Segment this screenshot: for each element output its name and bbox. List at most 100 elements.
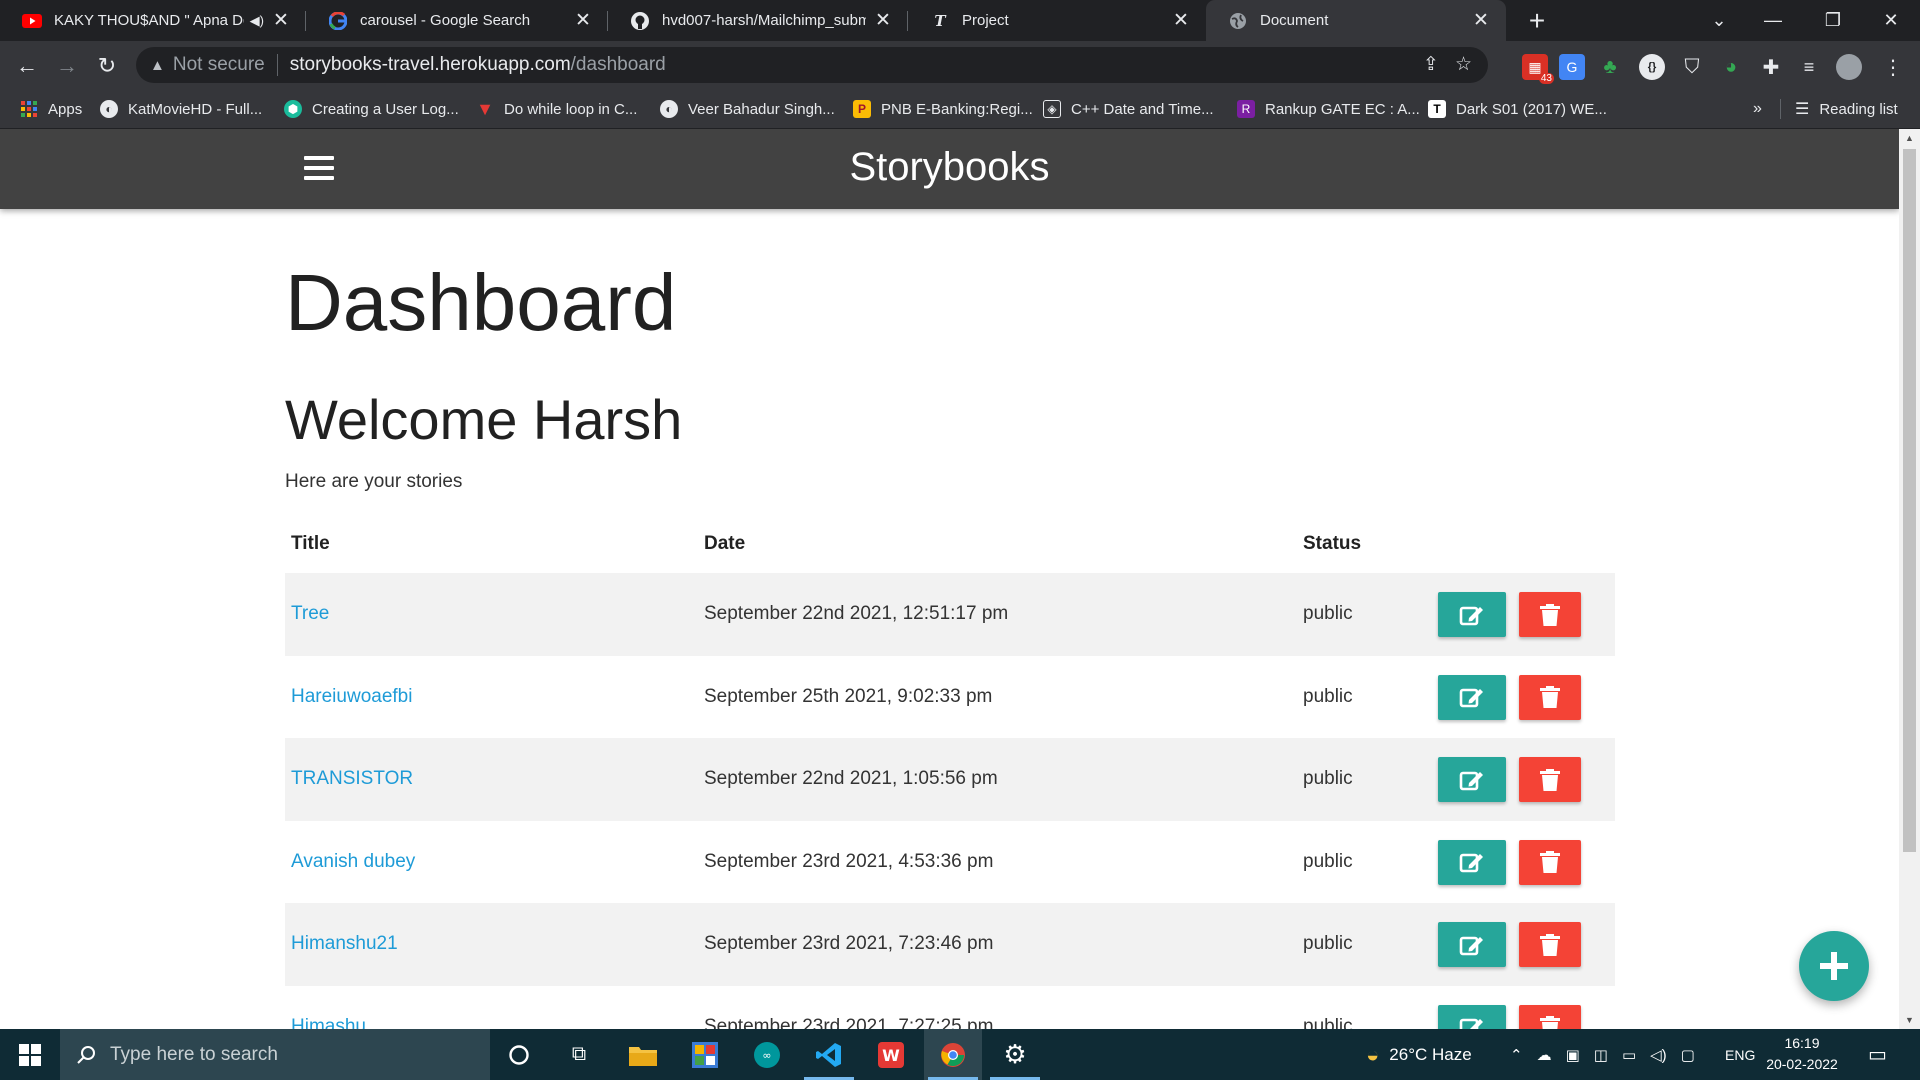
extension-translate-icon[interactable]: G: [1559, 54, 1585, 80]
vscode-icon[interactable]: [800, 1029, 858, 1080]
wps-office-icon[interactable]: W: [862, 1029, 920, 1080]
column-header-status: Status: [1303, 533, 1362, 554]
language-indicator[interactable]: ENG: [1725, 1029, 1755, 1080]
weather-widget[interactable]: ◒ 26°C Haze: [1366, 1029, 1472, 1080]
tab-search-chevron-icon[interactable]: ⌄: [1694, 0, 1744, 41]
edit-button[interactable]: [1438, 839, 1506, 885]
arduino-icon[interactable]: ∞: [738, 1029, 796, 1080]
notification-center-icon[interactable]: ▭: [1868, 1029, 1887, 1080]
plus-icon: [1820, 952, 1848, 980]
taskbar-search-box[interactable]: Type here to search: [60, 1029, 490, 1080]
bookmark-user-login[interactable]: ⬢ Creating a User Log...: [284, 89, 459, 129]
story-title-link[interactable]: Avanish dubey: [291, 821, 415, 903]
story-title-link[interactable]: TRANSISTOR: [291, 738, 413, 820]
bookmark-rankup[interactable]: R Rankup GATE EC : A...: [1237, 89, 1420, 129]
share-icon[interactable]: ⇪: [1423, 53, 1439, 76]
bookmark-star-icon[interactable]: ☆: [1455, 53, 1472, 76]
meet-now-icon[interactable]: ▣: [1566, 1046, 1580, 1064]
scroll-down-arrow-icon[interactable]: ▼: [1899, 1011, 1920, 1029]
settings-gear-icon[interactable]: ⚙: [986, 1029, 1044, 1080]
security-label[interactable]: Not secure: [173, 54, 265, 76]
photos-app-icon[interactable]: [676, 1029, 734, 1080]
edit-button[interactable]: [1438, 922, 1506, 967]
story-status: public: [1303, 1015, 1353, 1030]
menu-kebab-icon[interactable]: ⋮: [1880, 54, 1906, 80]
story-title-link[interactable]: Himashu: [291, 986, 366, 1030]
tab-title: Document: [1260, 12, 1329, 29]
wifi-icon[interactable]: ◫: [1594, 1046, 1608, 1064]
delete-button[interactable]: [1519, 1004, 1581, 1029]
edit-button[interactable]: [1438, 1004, 1506, 1029]
profile-avatar[interactable]: [1836, 54, 1862, 80]
brand-logo[interactable]: Storybooks: [0, 145, 1899, 190]
delete-button[interactable]: [1519, 674, 1581, 720]
back-button[interactable]: ←: [10, 49, 44, 83]
onedrive-cloud-icon[interactable]: ☁: [1537, 1046, 1552, 1064]
trash-icon: [1540, 851, 1560, 873]
tab-project[interactable]: T Project ✕: [908, 0, 1206, 41]
bookmark-pnb[interactable]: P PNB E-Banking:Regi...: [853, 89, 1033, 129]
chrome-icon[interactable]: [924, 1029, 982, 1080]
minimize-button[interactable]: —: [1748, 0, 1798, 41]
bookmark-do-while[interactable]: ▼ Do while loop in C...: [476, 89, 637, 129]
bookmark-veer-bahadur[interactable]: ◐ Veer Bahadur Singh...: [660, 89, 835, 129]
edit-button[interactable]: [1438, 674, 1506, 720]
close-window-button[interactable]: ✕: [1866, 0, 1916, 41]
file-explorer-icon[interactable]: [614, 1029, 672, 1080]
extension-calendar-icon[interactable]: 43 ▦: [1522, 54, 1554, 84]
extension-json-icon[interactable]: {}: [1639, 54, 1665, 80]
close-icon[interactable]: ✕: [872, 9, 894, 32]
extension-tree-icon[interactable]: ♣: [1597, 54, 1623, 80]
audio-icon[interactable]: ◀): [250, 13, 264, 29]
scroll-thumb[interactable]: [1903, 149, 1916, 852]
media-control-icon[interactable]: ≡: [1796, 54, 1822, 80]
network-display-icon[interactable]: ▢: [1681, 1046, 1695, 1064]
extensions-puzzle-icon[interactable]: ✚: [1758, 54, 1784, 80]
tab-document[interactable]: Document ✕: [1206, 0, 1506, 41]
restore-button[interactable]: ❐: [1808, 0, 1858, 41]
bookmarks-overflow-button[interactable]: »: [1753, 89, 1762, 129]
bookmark-apps[interactable]: Apps: [20, 89, 82, 129]
story-title-link[interactable]: Hareiuwoaefbi: [291, 656, 412, 738]
close-icon[interactable]: ✕: [1470, 9, 1492, 32]
page-scrollbar[interactable]: ▲ ▼: [1899, 129, 1920, 1029]
bookmark-dark[interactable]: T Dark S01 (2017) WE...: [1428, 89, 1607, 129]
show-hidden-icons-chevron-icon[interactable]: ⌃: [1510, 1046, 1523, 1064]
address-bar[interactable]: ▲ Not secure storybooks-travel.herokuapp…: [136, 47, 1488, 83]
task-view-icon[interactable]: ⧉: [550, 1029, 608, 1080]
start-button[interactable]: [0, 1029, 60, 1080]
story-title-link[interactable]: Himanshu21: [291, 903, 398, 985]
reload-button[interactable]: ↻: [90, 49, 124, 83]
cortana-circle-icon[interactable]: [490, 1029, 548, 1080]
edit-button[interactable]: [1438, 757, 1506, 802]
tab-github[interactable]: hvd007-harsh/Mailchimp_submit ✕: [608, 0, 908, 41]
edit-button[interactable]: [1438, 592, 1506, 637]
system-clock[interactable]: 16:19 20-02-2022: [1762, 1033, 1842, 1075]
forward-button[interactable]: →: [50, 49, 84, 83]
new-tab-button[interactable]: +: [1522, 0, 1552, 41]
tab-youtube[interactable]: KAKY THOU$AND " Apna Dc ◀) ✕: [0, 0, 306, 41]
github-icon: [630, 11, 650, 31]
extension-color-icon[interactable]: ◕: [1718, 54, 1744, 80]
close-icon[interactable]: ✕: [1170, 9, 1192, 32]
story-title-link[interactable]: Tree: [291, 573, 329, 655]
tab-title: Project: [962, 12, 1009, 29]
tab-google-search[interactable]: carousel - Google Search ✕: [306, 0, 608, 41]
bookmark-cpp-date[interactable]: ◈ C++ Date and Time...: [1043, 89, 1214, 129]
close-icon[interactable]: ✕: [572, 9, 594, 32]
add-story-button[interactable]: [1799, 931, 1869, 1001]
reading-list-button[interactable]: ☰ Reading list: [1795, 89, 1898, 129]
delete-button[interactable]: [1519, 922, 1581, 967]
delete-button[interactable]: [1519, 592, 1581, 637]
bookmark-katmoviehd[interactable]: ◐ KatMovieHD - Full...: [100, 89, 262, 129]
volume-icon[interactable]: ◁): [1650, 1046, 1667, 1064]
scroll-up-arrow-icon[interactable]: ▲: [1899, 129, 1920, 147]
table-row: Avanish dubey September 23rd 2021, 4:53:…: [285, 821, 1615, 904]
battery-icon[interactable]: ▭: [1622, 1046, 1636, 1064]
delete-button[interactable]: [1519, 757, 1581, 802]
svg-text:W: W: [882, 1046, 900, 1065]
delete-button[interactable]: [1519, 839, 1581, 885]
close-icon[interactable]: ✕: [270, 9, 292, 32]
table-row: TRANSISTOR September 22nd 2021, 1:05:56 …: [285, 738, 1615, 821]
extension-shield-icon[interactable]: ⛉: [1679, 54, 1705, 80]
